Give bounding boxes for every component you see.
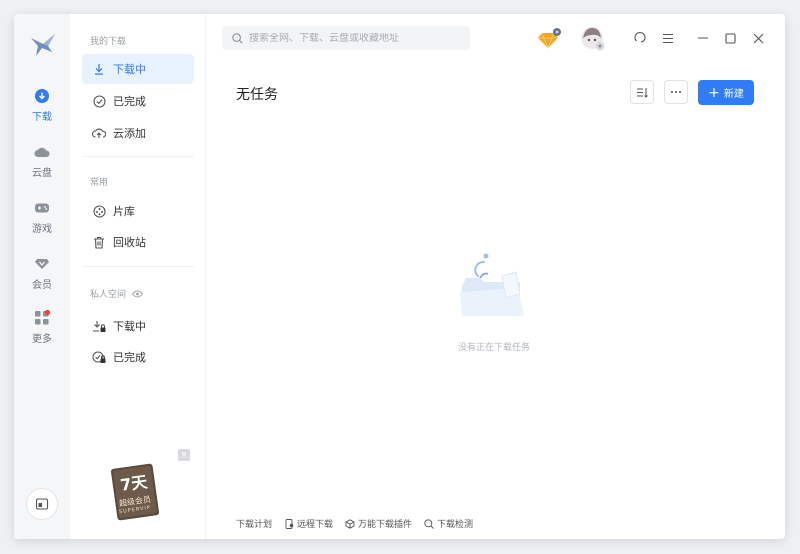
remote-download-link[interactable]: 远程下载 [284,517,333,530]
cloud-upload-icon [92,126,106,140]
common-title: 常用 [90,178,109,188]
diamond-icon [34,256,50,272]
sidebar-item-label: 已完成 [113,95,146,108]
sidebar-item-recycle-bin[interactable]: 回收站 [82,227,194,257]
menu-button[interactable] [658,28,678,48]
page-title: 无任务 [236,87,278,103]
sidebar-item-film-library[interactable]: 片库 [82,196,194,226]
sidebar: 我的下载 下载中 已完成 云添加 常用 片库 回收站 私人空间 下载中 已完成 … [70,14,206,539]
headset-icon [634,32,646,43]
sidebar-item-label: 云添加 [113,127,146,140]
nav-games[interactable]: 游戏 [14,200,70,244]
nav-cloud-label: 云盘 [32,168,52,179]
promo-close-button[interactable]: × [178,449,190,461]
sort-button[interactable] [630,80,654,104]
remote-device-icon [284,518,294,529]
close-button[interactable] [748,28,768,48]
ellipsis-icon [671,91,681,93]
empty-state-text: 没有正在下载任务 [457,343,530,353]
cube-icon [345,518,355,529]
customer-service-button[interactable] [630,28,650,48]
maximize-button[interactable] [720,28,740,48]
eye-icon[interactable] [132,290,144,298]
download-plan-link[interactable]: 下载计划 [236,517,272,530]
close-icon [753,33,763,43]
nav-more-label: 更多 [32,334,52,345]
check-circle-icon [92,94,106,108]
cloud-icon [34,144,50,160]
download-plan-label: 下载计划 [236,520,273,530]
remote-download-label: 远程下载 [297,520,334,530]
footer-links: 下载计划 远程下载 万能下载插件 下载检测 [236,517,485,530]
gamepad-icon [34,200,50,216]
locked-check-icon [92,350,106,364]
sidebar-item-cloud-add[interactable]: 云添加 [82,118,194,148]
search-box[interactable] [222,26,470,50]
nav-games-label: 游戏 [32,224,52,235]
minimize-icon [698,37,708,39]
app-window: 下载 云盘 游戏 会员 更多 我的下载 下载中 已完成 云添加 常用 片库 回收… [14,14,785,539]
minimize-button[interactable] [693,28,713,48]
locked-download-icon [92,319,106,333]
more-options-button[interactable] [664,80,688,104]
close-icon: × [180,450,188,460]
sidebar-item-label: 下载中 [113,320,146,333]
nav-more[interactable]: 更多 [14,310,70,354]
universal-plugin-label: 万能下载插件 [358,520,413,530]
sidebar-divider [82,156,194,157]
film-reel-icon [92,204,106,218]
mini-window-icon [35,498,49,510]
empty-folder-illustration [460,253,524,316]
app-logo-icon [31,34,55,56]
trash-icon [92,235,106,249]
new-task-button[interactable]: + 新建 [698,80,754,105]
sidebar-item-private-completed[interactable]: 已完成 [82,342,194,372]
nav-membership-label: 会员 [32,280,52,291]
download-arrow-icon [92,62,106,76]
mini-mode-button[interactable] [26,488,58,520]
my-downloads-title: 我的下载 [90,37,127,47]
sidebar-item-label: 已完成 [113,351,146,364]
vip-promo-badge[interactable]: 7天 超级会员 SUPERVIP [110,462,160,522]
sort-list-icon [637,87,648,98]
vip-diamond-icon [538,28,561,50]
download-check-link[interactable]: 下载检测 [424,517,473,530]
sidebar-item-label: 下载中 [113,63,146,76]
search-icon [232,32,243,44]
sidebar-item-completed[interactable]: 已完成 [82,86,194,116]
nav-download-label: 下载 [32,112,52,123]
nav-rail: 下载 云盘 游戏 会员 更多 [14,14,70,539]
sidebar-item-label: 片库 [113,205,135,218]
promo-days: 7天 [119,472,149,495]
vip-diamond-button[interactable] [538,27,562,51]
new-task-label: 新建 [723,89,744,100]
private-space-title: 私人空间 [90,287,144,300]
private-space-label: 私人空间 [90,290,127,300]
avatar-icon [581,27,605,51]
download-check-label: 下载检测 [437,520,474,530]
universal-plugin-link[interactable]: 万能下载插件 [345,517,412,530]
nav-cloud[interactable]: 云盘 [14,144,70,188]
user-avatar[interactable] [580,26,606,52]
nav-download[interactable]: 下载 [14,88,70,132]
sidebar-divider [82,266,194,267]
sidebar-item-private-downloading[interactable]: 下载中 [82,311,194,341]
search-input[interactable] [249,32,459,44]
nav-membership[interactable]: 会员 [14,256,70,300]
sidebar-item-label: 回收站 [113,236,146,249]
grid-icon [34,310,50,326]
maximize-icon [724,32,736,44]
download-circle-icon [34,88,50,104]
sidebar-item-downloading[interactable]: 下载中 [82,54,194,84]
plus-icon: + [708,84,720,101]
hamburger-menu-icon [663,33,673,43]
magnifier-check-icon [424,518,434,529]
